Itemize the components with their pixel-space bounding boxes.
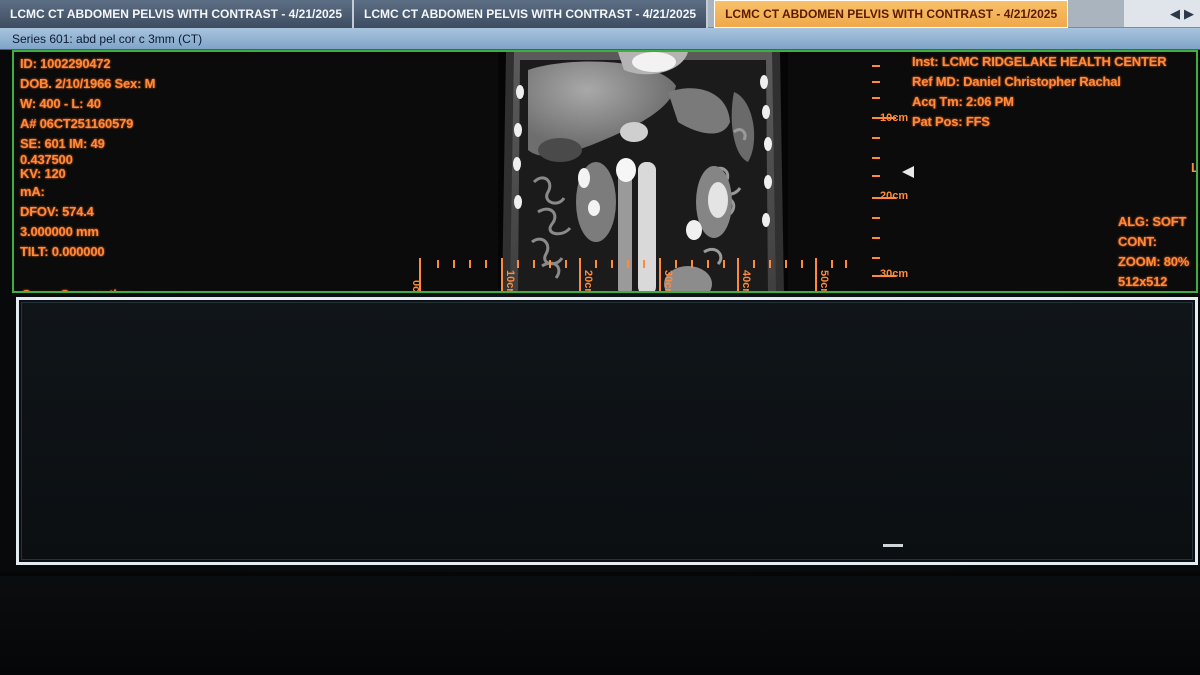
study-tab-1[interactable]: LCMC CT ABDOMEN PELVIS WITH CONTRAST - 4… (0, 0, 355, 28)
vertical-scale-label-20: 20cm (880, 190, 909, 202)
patient-position: Pat Pos: FFS (912, 114, 990, 129)
referring-physician: Ref MD: Daniel Christopher Rachal (912, 74, 1121, 89)
image-viewport[interactable]: ID: 1002290472 DOB. 2/10/1966 Sex: M W: … (12, 50, 1198, 293)
patient-dob-sex: DOB. 2/10/1966 Sex: M (20, 76, 156, 91)
horizontal-scale-label-40: 40cm (740, 270, 752, 293)
algorithm: ALG: SOFT (1118, 214, 1187, 229)
orientation-marker: L (1191, 160, 1196, 175)
series-title-bar[interactable]: Series 601: abd pel cor c 3mm (CT) (0, 28, 1200, 50)
study-tab-2[interactable]: LCMC CT ABDOMEN PELVIS WITH CONTRAST - 4… (354, 0, 709, 28)
contrast: CONT: (1118, 234, 1157, 249)
empty-viewport-canvas (21, 302, 1193, 560)
slice-thickness: 3.000000 mm (20, 224, 99, 239)
ma-value: mA: (20, 184, 45, 199)
horizontal-scale-label-50: 50cm (818, 270, 830, 293)
matrix-size: 512x512 (1118, 274, 1168, 289)
monitor-indicator (883, 544, 903, 547)
vertical-scale-label-10: 10cm (880, 112, 909, 124)
study-tab-bar: LCMC CT ABDOMEN PELVIS WITH CONTRAST - 4… (0, 0, 1200, 28)
horizontal-ruler (419, 258, 847, 291)
patient-overlay-left: ID: 1002290472 DOB. 2/10/1966 Sex: M W: … (20, 54, 155, 262)
acquisition-time: Acq Tm: 2:06 PM (912, 94, 1014, 109)
empty-viewport[interactable] (16, 297, 1198, 565)
institution: Inst: LCMC RIDGELAKE HEALTH CENTER (912, 54, 1167, 69)
vertical-scale-label-30: 30cm (880, 268, 909, 280)
slice-value: 0.437500 (20, 152, 73, 167)
series-title: Series 601: abd pel cor c 3mm (CT) (12, 31, 203, 46)
dfov-value: DFOV: 574.4 (20, 204, 94, 219)
chevron-left-icon[interactable]: ◀ (1170, 6, 1180, 22)
accession-number: A# 06CT251160579 (20, 116, 134, 131)
horizontal-scale-label-30: 30cm (662, 270, 674, 293)
recon-overlay: ALG: SOFT CONT: ZOOM: 80% 512x512 (1118, 212, 1190, 291)
chevron-right-icon[interactable]: ▶ (1184, 6, 1194, 22)
tab-scroll-controls: ◀ ▶ (1124, 0, 1200, 27)
horizontal-scale-label-20: 20cm (582, 270, 594, 293)
horizontal-scale-label-10: 10cm (504, 270, 516, 293)
study-tab-3-active[interactable]: LCMC CT ABDOMEN PELVIS WITH CONTRAST - 4… (714, 0, 1069, 28)
window-level: W: 400 - L: 40 (20, 96, 101, 111)
kv-value: KV: 120 (20, 166, 66, 181)
series-image-number: SE: 601 IM: 49 (20, 136, 105, 151)
vendor-label: Soma Corporation (22, 285, 132, 291)
position-indicator-icon (902, 166, 914, 178)
zoom-level: ZOOM: 80% (1118, 254, 1190, 269)
bezel-reflection (0, 576, 1200, 666)
horizontal-scale-label-0: 0cm (410, 280, 422, 293)
tilt-value: TILT: 0.000000 (20, 244, 105, 259)
study-overlay-right: Inst: LCMC RIDGELAKE HEALTH CENTER Ref M… (912, 52, 1167, 132)
patient-id: ID: 1002290472 (20, 56, 111, 71)
